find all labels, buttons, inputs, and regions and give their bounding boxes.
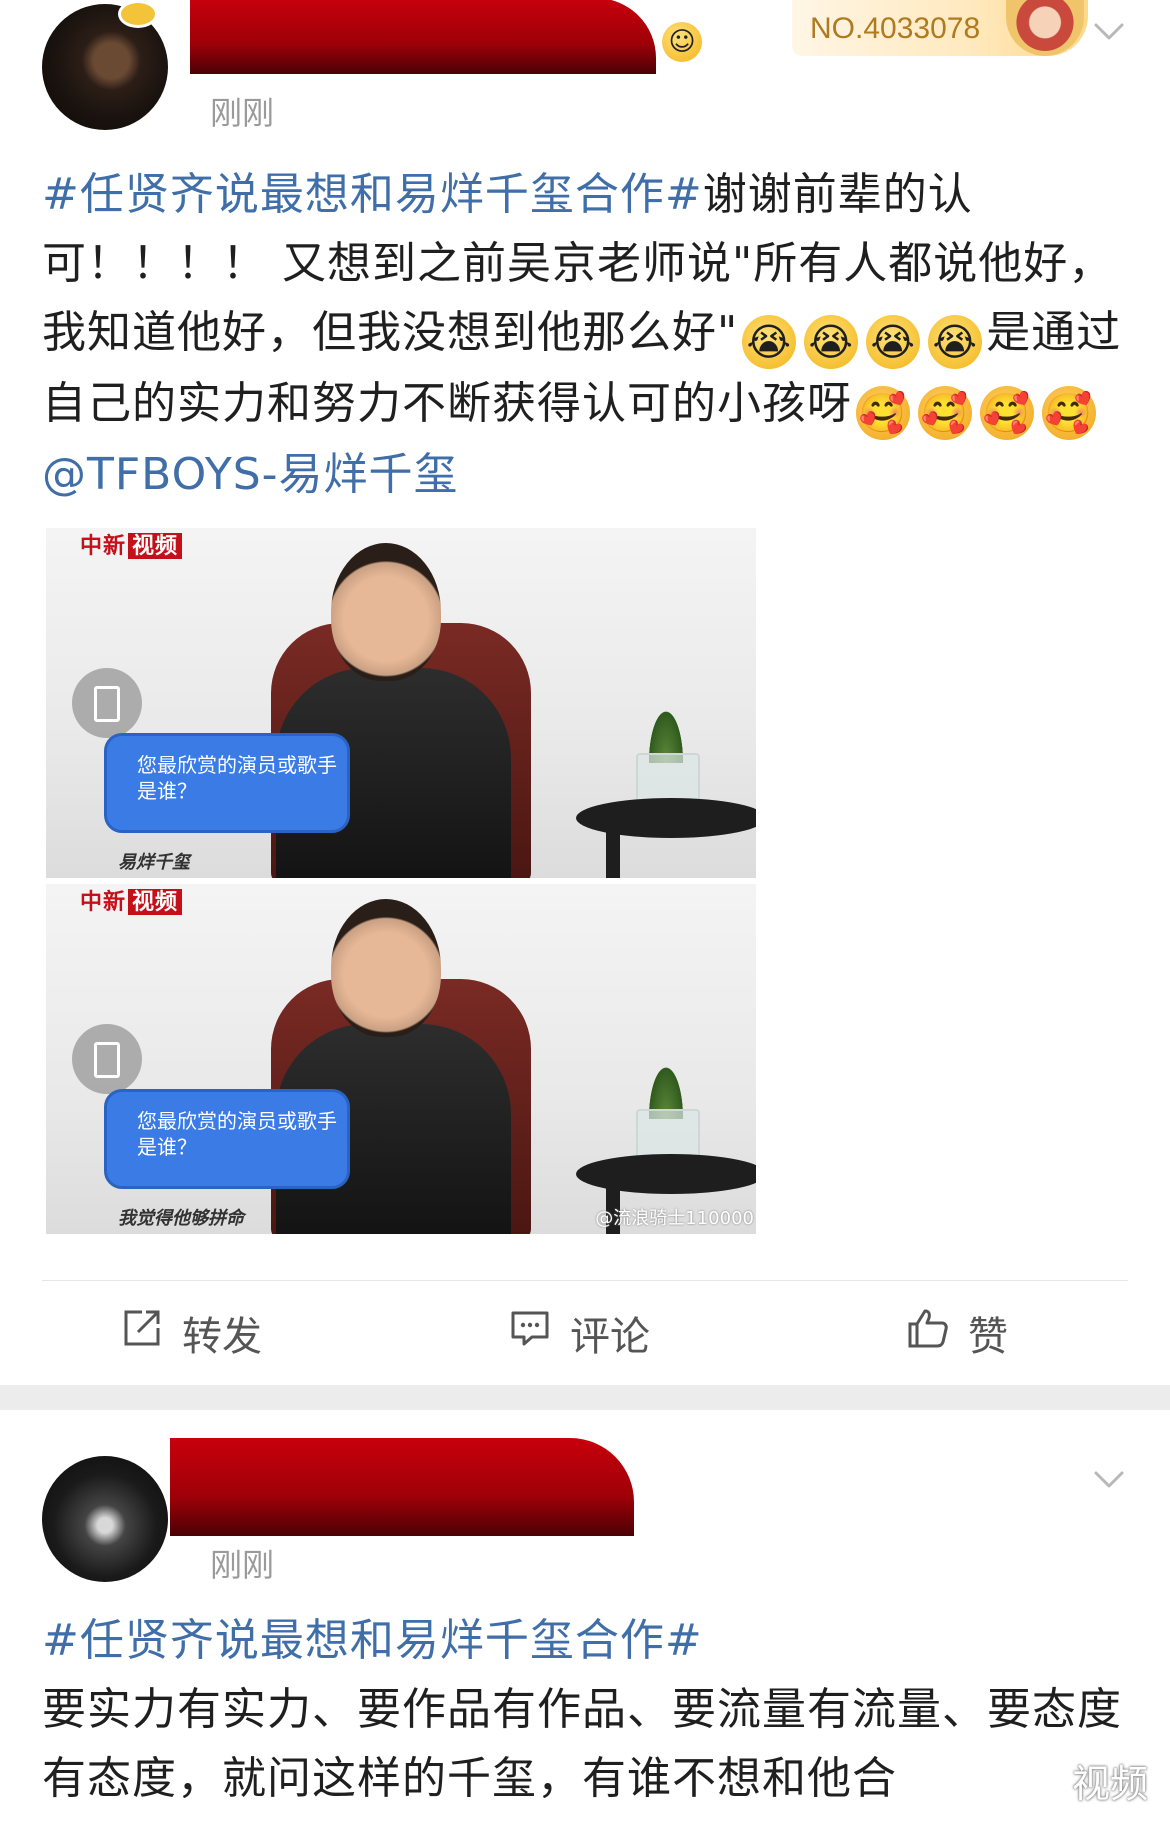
- avatar-badge-icon: [118, 0, 158, 28]
- video-subtitle: 易烊千玺: [118, 852, 190, 873]
- crying-face-icon: 😭: [928, 315, 983, 369]
- post-content: #任贤齐说最想和易烊千玺合作#谢谢前辈的认可！！！！ 又想到之前吴京老师说"所有…: [42, 160, 1144, 509]
- video-subtitle: 我觉得他够拼命: [118, 1208, 244, 1229]
- post-action-bar: 转发 评论 赞: [0, 1290, 1170, 1375]
- love-hug-face-icon: 🥰: [980, 386, 1034, 440]
- like-label: 赞: [968, 1313, 1008, 1360]
- site-watermark: 视频: [1071, 1762, 1148, 1806]
- chevron-down-icon[interactable]: [1092, 1462, 1126, 1496]
- comment-icon: [508, 1306, 552, 1360]
- post-image[interactable]: 中新 视频 您最欣赏的演员或歌手是谁？ 我觉得他够拼命 @流浪骑士110000: [46, 884, 756, 1234]
- image-watermark: @流浪骑士110000: [595, 1208, 754, 1229]
- phone-question-icon: [72, 668, 142, 738]
- user-avatar[interactable]: [42, 1456, 168, 1582]
- username-redacted: [190, 0, 656, 74]
- love-hug-face-icon: 🥰: [1042, 386, 1096, 440]
- post-separator: [0, 1385, 1170, 1410]
- user-mention-link[interactable]: @TFBOYS-易烊千玺: [42, 449, 459, 500]
- channel-logo: 中新 视频: [80, 884, 183, 916]
- fans-badge[interactable]: NO.4033078: [792, 0, 1088, 56]
- thumbs-up-icon: [906, 1306, 950, 1360]
- repost-label: 转发: [182, 1313, 262, 1360]
- side-table: [576, 1154, 756, 1194]
- divider: [42, 1280, 1128, 1281]
- post-timestamp: 刚刚: [210, 1546, 275, 1584]
- repost-button[interactable]: 转发: [120, 1290, 262, 1375]
- crying-face-icon: 😭: [804, 315, 859, 369]
- love-hug-face-icon: 🥰: [856, 386, 910, 440]
- post-image[interactable]: 中新 视频 您最欣赏的演员或歌手是谁？ 易烊千玺: [46, 528, 756, 878]
- username-redacted: [170, 1438, 634, 1536]
- post-content: #任贤齐说最想和易烊千玺合作# 要实力有实力、要作品有作品、要流量有流量、要态度有…: [42, 1606, 1144, 1813]
- weibo-post: 刚刚 #任贤齐说最想和易烊千玺合作# 要实力有实力、要作品有作品、要流量有流量、要…: [0, 1410, 1170, 1826]
- crying-face-icon: 😭: [742, 315, 797, 369]
- love-hug-face-icon: 🥰: [918, 386, 972, 440]
- post-timestamp: 刚刚: [210, 94, 275, 132]
- hashtag-link[interactable]: #任贤齐说最想和易烊千玺合作#: [42, 1615, 703, 1666]
- member-emoji-icon: ☺: [662, 22, 702, 62]
- person-figure: [331, 899, 441, 1037]
- crying-face-icon: 😭: [866, 315, 921, 369]
- side-table: [606, 828, 620, 878]
- post-text: 要实力有实力、要作品有作品、要流量有流量、要态度有态度，就问这样的千玺，有谁不想…: [42, 1684, 1122, 1804]
- channel-logo: 中新 视频: [80, 528, 183, 560]
- phone-question-icon: [72, 1024, 142, 1094]
- fans-badge-number: NO.4033078: [810, 12, 981, 45]
- like-button[interactable]: 赞: [906, 1290, 1008, 1375]
- person-figure: [331, 543, 441, 681]
- comment-label: 评论: [570, 1313, 650, 1360]
- hashtag-link[interactable]: #任贤齐说最想和易烊千玺合作#: [42, 169, 703, 220]
- question-bubble: 您最欣赏的演员或歌手是谁？: [104, 1089, 350, 1189]
- fans-badge-avatar: [1006, 0, 1084, 56]
- weibo-post: ☺ NO.4033078 刚刚 #任贤齐说最想和易烊千玺合作#谢谢前辈的认可！！…: [0, 0, 1170, 1385]
- comment-button[interactable]: 评论: [508, 1290, 650, 1375]
- question-bubble: 您最欣赏的演员或歌手是谁？: [104, 733, 350, 833]
- repost-icon: [120, 1306, 164, 1360]
- chevron-down-icon[interactable]: [1092, 14, 1126, 48]
- side-table: [576, 798, 756, 838]
